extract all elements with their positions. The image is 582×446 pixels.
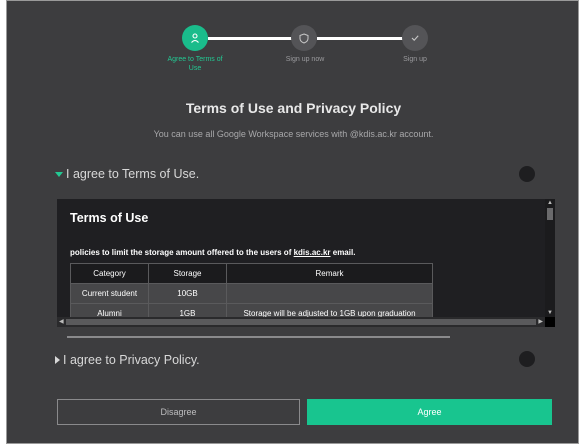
terms-heading: Terms of Use (70, 211, 149, 225)
step-label-line2: Use (188, 65, 202, 72)
step-sign-up-now-label: Sign up now (270, 55, 340, 64)
check-icon (411, 35, 419, 41)
table-cell: 10GB (148, 283, 227, 304)
step-sign-up-now (291, 25, 317, 51)
horizontal-scrollbar[interactable]: ◀ ▶ (57, 317, 545, 327)
step-label-line1: Sign up (403, 56, 427, 63)
table-cell: Current student (70, 283, 149, 304)
page-title: Terms of Use and Privacy Policy (185, 100, 402, 116)
caret-down-icon (55, 172, 63, 177)
step-label-line1: Agree to Terms of (167, 56, 223, 63)
policy-text-suffix: email. (330, 248, 356, 257)
table-header-cell: Storage (148, 263, 227, 284)
person-icon (191, 33, 199, 43)
policy-domain-link[interactable]: kdis.ac.kr (294, 248, 331, 257)
step-connector-2 (317, 37, 405, 40)
scrollbar-corner (545, 317, 555, 327)
terms-agree-radio[interactable] (519, 166, 535, 182)
shield-icon (299, 32, 309, 44)
step-agree-terms (182, 25, 208, 51)
policy-text-prefix: policies to limit the storage amount off… (70, 248, 294, 257)
terms-agree-toggle[interactable]: I agree to Terms of Use. (55, 167, 199, 181)
privacy-agree-toggle[interactable]: I agree to Privacy Policy. (55, 353, 200, 367)
terms-page: Agree to Terms of Use Sign up now Sign u… (6, 0, 579, 444)
scroll-right-icon[interactable]: ▶ (538, 319, 543, 325)
privacy-agree-label: I agree to Privacy Policy. (63, 353, 200, 367)
vertical-scrollbar[interactable]: ▲ ▼ (545, 199, 555, 317)
terms-agree-label: I agree to Terms of Use. (66, 167, 200, 181)
step-agree-terms-label: Agree to Terms of Use (157, 55, 233, 73)
table-row: Current student 10GB (70, 283, 433, 304)
horizontal-scroll-thumb[interactable] (66, 319, 536, 325)
terms-content-panel[interactable]: Terms of Use policies to limit the stora… (57, 199, 555, 327)
privacy-agree-radio[interactable] (519, 351, 535, 367)
scroll-up-icon[interactable]: ▲ (547, 200, 553, 206)
table-header-row: Category Storage Remark (70, 263, 433, 284)
section-divider (67, 336, 450, 338)
caret-right-icon (55, 356, 60, 364)
step-label-line1: Sign up now (285, 56, 325, 63)
table-header-cell: Remark (226, 263, 433, 284)
step-sign-up (402, 25, 428, 51)
agree-button[interactable]: Agree (307, 399, 552, 425)
scroll-left-icon[interactable]: ◀ (59, 319, 64, 325)
scroll-down-icon[interactable]: ▼ (547, 310, 553, 316)
storage-policy-text: policies to limit the storage amount off… (70, 248, 355, 257)
storage-table: Category Storage Remark Current student … (70, 263, 433, 324)
step-connector-1 (208, 37, 292, 40)
vertical-scroll-thumb[interactable] (547, 208, 553, 220)
table-header-cell: Category (70, 263, 149, 284)
page-subtitle: You can use all Google Workspace service… (153, 129, 434, 139)
disagree-button[interactable]: Disagree (57, 399, 300, 425)
step-sign-up-label: Sign up (385, 55, 445, 64)
table-cell (226, 283, 433, 304)
